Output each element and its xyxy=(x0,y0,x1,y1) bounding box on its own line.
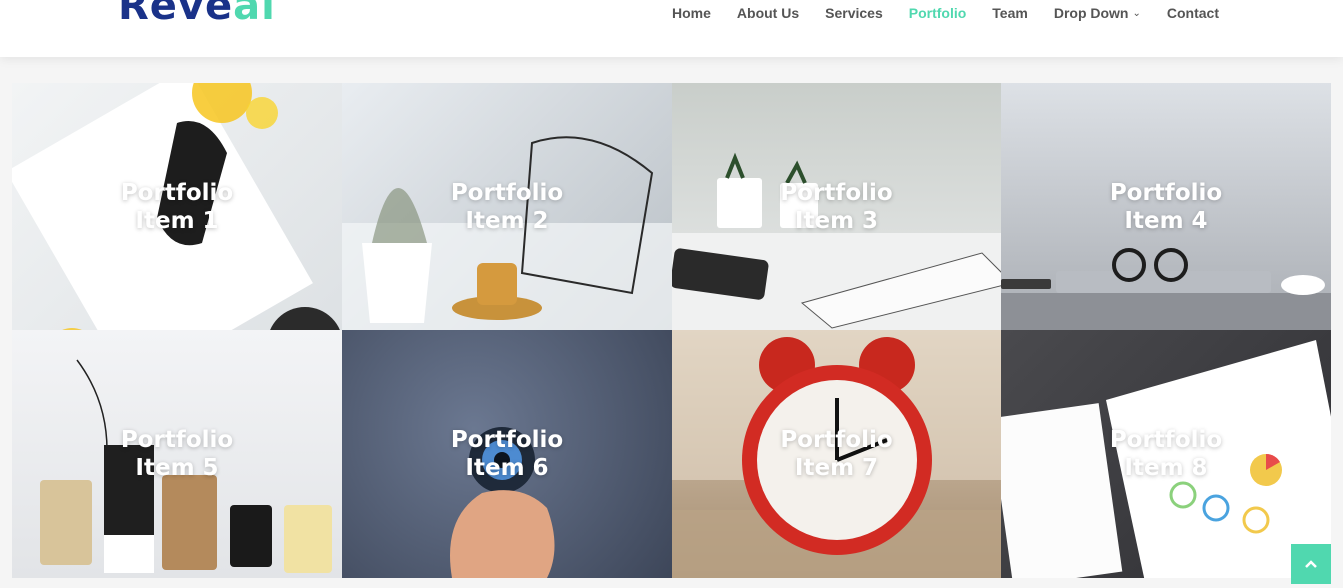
nav-team-label: Team xyxy=(992,5,1028,21)
nav-contact-label: Contact xyxy=(1166,5,1219,21)
caption-line: Item 7 xyxy=(794,455,879,481)
logo[interactable]: Reveal xyxy=(118,0,276,26)
nav-portfolio[interactable]: Portfolio xyxy=(909,5,967,21)
caption-line: Portfolio xyxy=(450,179,564,206)
chevron-up-icon xyxy=(1305,560,1317,568)
nav-about-us[interactable]: About Us xyxy=(737,5,799,21)
portfolio-caption: Portfolio Item 5 xyxy=(12,426,342,482)
nav-contact[interactable]: Contact xyxy=(1167,5,1219,21)
main-nav: Home About Us Services Portfolio Team Dr… xyxy=(646,4,1219,22)
nav-team[interactable]: Team xyxy=(992,5,1028,21)
nav-services[interactable]: Services xyxy=(825,5,883,21)
caption-line: Portfolio xyxy=(780,179,893,206)
nav-drop-down-label: Drop Down xyxy=(1053,5,1129,21)
caption-line: Portfolio xyxy=(120,179,234,206)
caption-line: Item 3 xyxy=(794,207,879,234)
nav-drop-down[interactable]: Drop Down ⌄ xyxy=(1054,5,1141,21)
portfolio-grid: Portfolio Item 1 Portfolio Item 2 Portfo… xyxy=(12,83,1331,578)
back-to-top-button[interactable] xyxy=(1291,544,1331,584)
chevron-down-icon: ⌄ xyxy=(1132,7,1141,19)
portfolio-caption: Portfolio Item 2 xyxy=(342,179,672,235)
portfolio-caption: Portfolio Item 7 xyxy=(672,426,1001,482)
caption-line: Item 1 xyxy=(135,207,219,234)
caption-line: Item 6 xyxy=(465,455,549,481)
caption-line: Portfolio xyxy=(1109,427,1223,453)
caption-line: Portfolio xyxy=(120,427,234,453)
portfolio-item[interactable]: Portfolio Item 2 xyxy=(342,83,672,330)
portfolio-item[interactable]: Portfolio Item 1 xyxy=(12,83,342,330)
portfolio-caption: Portfolio Item 3 xyxy=(672,179,1001,235)
caption-line: Item 4 xyxy=(1124,207,1208,234)
nav-home-label: Home xyxy=(672,5,711,21)
caption-line: Item 2 xyxy=(465,207,549,234)
portfolio-caption: Portfolio Item 1 xyxy=(12,179,342,235)
portfolio-item[interactable]: Portfolio Item 3 xyxy=(672,83,1001,330)
nav-about-us-label: About Us xyxy=(736,5,800,21)
portfolio-caption: Portfolio Item 6 xyxy=(342,426,672,482)
portfolio-item[interactable]: Portfolio Item 5 xyxy=(12,330,342,578)
portfolio-caption: Portfolio Item 8 xyxy=(1001,426,1331,482)
portfolio-item[interactable]: Portfolio Item 8 xyxy=(1001,330,1331,578)
caption-line: Portfolio xyxy=(780,427,893,453)
portfolio-item[interactable]: Portfolio Item 4 xyxy=(1001,83,1331,330)
caption-line: Item 5 xyxy=(135,455,219,481)
portfolio-item[interactable]: Portfolio Item 6 xyxy=(342,330,672,578)
caption-line: Portfolio xyxy=(1109,179,1223,206)
nav-portfolio-label: Portfolio xyxy=(908,5,967,21)
portfolio-caption: Portfolio Item 4 xyxy=(1001,179,1331,235)
caption-line: Item 8 xyxy=(1124,455,1208,481)
site-header: Reveal Home About Us Services Portfolio … xyxy=(0,0,1343,57)
caption-line: Portfolio xyxy=(450,427,564,453)
portfolio-item[interactable]: Portfolio Item 7 xyxy=(672,330,1001,578)
nav-home[interactable]: Home xyxy=(672,5,711,21)
nav-services-label: Services xyxy=(825,5,883,21)
logo-accent-text: al xyxy=(233,0,276,29)
logo-main-text: Reve xyxy=(118,0,234,29)
